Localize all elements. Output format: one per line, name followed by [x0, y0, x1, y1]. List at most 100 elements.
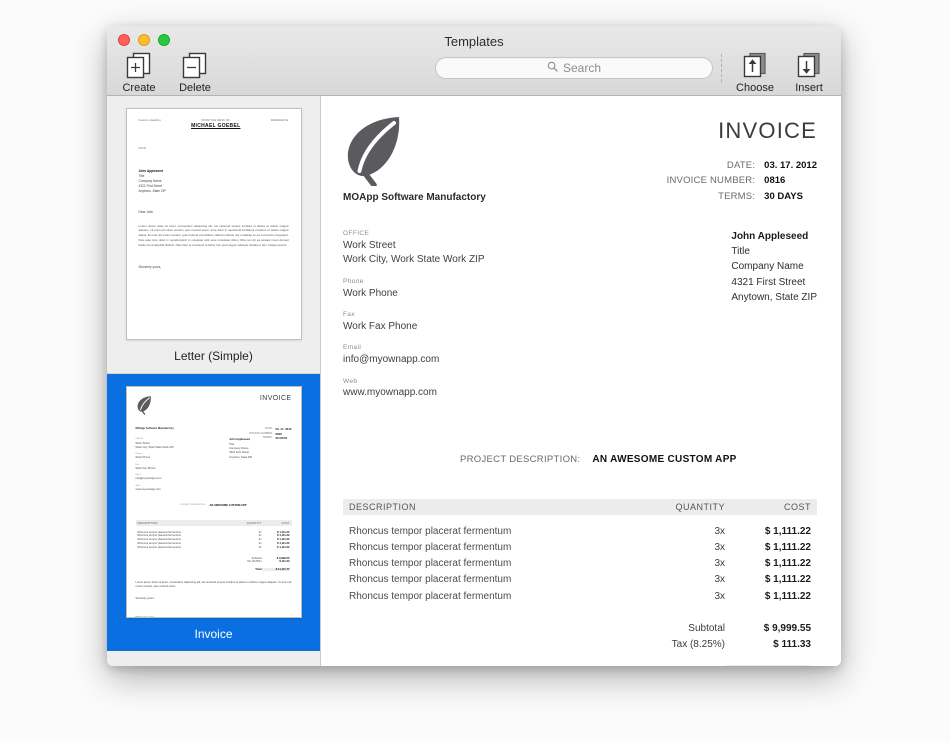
- invoice-line-items-table: DESCRIPTION QUANTITY COST Rhoncus tempor…: [343, 498, 817, 666]
- invoice-thumb-project-label: PROJECT DESCRIPTION:: [180, 504, 206, 506]
- invoice-number-value: 0816: [764, 175, 786, 187]
- row-description: Rhoncus tempor placerat fermentum: [349, 541, 512, 553]
- insert-button-label: Insert: [795, 82, 823, 94]
- contact-phone: Phone Work Phone: [343, 277, 485, 301]
- invoice-thumb-row-cost: $ 1,111.22: [277, 545, 290, 549]
- row-cost: $ 1,111.22: [764, 574, 811, 586]
- invoice-project-row: PROJECT DESCRIPTION: AN AWESOME CUSTOM A…: [343, 454, 817, 465]
- letter-thumb-body: Lorem ipsum dolor sit amet, consectetur …: [138, 223, 289, 247]
- document-preview: INVOICE MOApp Software Manufactory DATE:…: [321, 96, 841, 666]
- invoice-address-columns: OFFICE Work Street Work City, Work State…: [343, 229, 817, 410]
- invoice-thumb-recipient: John Appleseed Title Company Name 4321 F…: [229, 438, 291, 492]
- invoice-thumb-project-value: AN AWESOME CUSTOM APP: [209, 504, 247, 507]
- table-row: Rhoncus tempor placerat fermentum 3x $ 1…: [343, 524, 817, 540]
- invoice-thumb-row-qty: 3x: [258, 542, 262, 546]
- recipient-name: John Appleseed: [731, 231, 809, 242]
- letter-thumb-reference: REFERENCE: [270, 119, 289, 122]
- contact-email-value: info@myownapp.com: [343, 354, 440, 365]
- invoice-terms-label: TERMS:: [718, 190, 756, 202]
- invoice-thumb-contacts: OFFICE Work Street Work City, Work State…: [136, 438, 223, 492]
- sidebar-item-letter-simple[interactable]: Feature Heading FROM THE DESK OF MICHAEL…: [107, 96, 320, 373]
- insert-download-icon: [794, 51, 824, 81]
- invoice-thumb-email-val: info@myownapp.com: [135, 477, 162, 481]
- letter-thumb-recipient-city: Anytown, State ZIP: [138, 189, 166, 194]
- search-icon: [547, 59, 558, 77]
- letter-thumb-name: MICHAEL GOEBEL: [191, 122, 241, 129]
- choose-upload-icon: [740, 51, 770, 81]
- leaf-logo-icon: [343, 114, 405, 188]
- invoice-meta: DATE: INVOICE NUMBER: TERMS: 03. 17. 201…: [667, 158, 817, 204]
- delete-button[interactable]: Delete: [171, 51, 219, 94]
- invoice-thumb-total-value: $ 11,111.77: [261, 568, 290, 572]
- invoice-thumb-heading: INVOICE: [259, 395, 292, 402]
- total-row: Total $ 11,111.77: [343, 665, 817, 666]
- choose-button[interactable]: Choose: [731, 51, 779, 94]
- choose-button-label: Choose: [736, 82, 774, 94]
- invoice-thumb-signoff: Sincerely yours,: [135, 597, 155, 601]
- invoice-thumb-row-desc: Rhoncus tempor placerat fermentum: [137, 545, 182, 549]
- toolbar-separator: [721, 54, 722, 82]
- invoice-thumb-row-qty: 3x: [258, 545, 262, 549]
- invoice-thumb-row-desc: Rhoncus tempor placerat fermentum: [137, 538, 182, 542]
- invoice-totals: Subtotal $ 9,999.55 Tax (8.25%) $ 111.33…: [343, 621, 817, 666]
- sidebar-item-invoice[interactable]: INVOICE DATE: INVOICE NUMBER: TERMS: 03.…: [107, 374, 320, 651]
- contact-office: OFFICE Work Street Work City, Work State…: [343, 229, 485, 268]
- invoice-thumb-tax-label: Tax (8.25%): [247, 560, 262, 564]
- invoice-thumb-row-qty: 3x: [258, 534, 262, 538]
- letter-thumb-greeting: Dear John,: [138, 210, 155, 215]
- search-container: Search: [435, 57, 713, 79]
- invoice-thumb-row-desc: Rhoncus tempor placerat fermentum: [137, 542, 182, 546]
- contact-fax: Fax Work Fax Phone: [343, 310, 485, 334]
- invoice-thumb-web-val: www.myownapp.com: [135, 487, 161, 491]
- search-input[interactable]: Search: [435, 57, 713, 79]
- total-value: $ 11,111.77: [725, 665, 811, 666]
- invoice-thumb-office-l2: Work City, Work State Work ZIP: [135, 445, 174, 449]
- invoice-meta-values: 03. 17. 2012 0816 30 DAYS: [764, 158, 817, 204]
- table-col-cost: COST: [783, 501, 811, 512]
- subtotal-value: $ 9,999.55: [763, 622, 811, 634]
- table-col-quantity: QUANTITY: [675, 501, 725, 512]
- project-description-label: PROJECT DESCRIPTION:: [460, 453, 581, 465]
- contact-office-line1: Work Street: [343, 239, 396, 251]
- invoice-thumb-col-qty: QUANTITY: [246, 521, 262, 525]
- tax-label: Tax (8.25%): [671, 638, 725, 650]
- invoice-date-label: DATE:: [726, 160, 756, 171]
- row-description: Rhoncus tempor placerat fermentum: [349, 574, 512, 586]
- row-quantity: 3x: [714, 574, 725, 586]
- contact-web-value: www.myownapp.com: [343, 387, 437, 399]
- recipient-title: Title: [731, 246, 750, 258]
- letter-thumb-recipient: John Appleseed Title Company Name 4321 F…: [139, 169, 289, 195]
- project-description-value: AN AWESOME CUSTOM APP: [592, 453, 737, 465]
- row-quantity: 3x: [714, 541, 725, 553]
- invoice-contact-block: OFFICE Work Street Work City, Work State…: [343, 229, 485, 410]
- table-row: Rhoncus tempor placerat fermentum 3x $ 1…: [343, 556, 817, 572]
- invoice-thumb-phone-val: Work Phone: [135, 456, 151, 460]
- recipient-city: Anytown, State ZIP: [731, 291, 817, 303]
- recipient-company: Company Name: [731, 261, 804, 273]
- invoice-thumb-row-qty: 3x: [258, 538, 262, 542]
- row-cost: $ 1,111.22: [764, 525, 811, 537]
- row-quantity: 3x: [714, 525, 725, 537]
- invoice-thumb-rows: Rhoncus tempor placerat fermentum 3x $ 1,1…: [136, 530, 292, 549]
- delete-page-icon: [180, 51, 210, 81]
- invoice-thumb-totals: Subtotal $ 9,999.55 Tax (8.25%) $ 111.33 T…: [136, 556, 292, 572]
- table-row: Rhoncus tempor placerat fermentum 3x $ 1…: [343, 572, 817, 588]
- invoice-thumb-row-cost: $ 1,111.22: [277, 542, 290, 546]
- subtotal-label: Subtotal: [688, 622, 725, 634]
- invoice-thumbnail-content: INVOICE DATE: INVOICE NUMBER: TERMS: 03.…: [127, 387, 301, 617]
- templates-sidebar[interactable]: Feature Heading FROM THE DESK OF MICHAEL…: [107, 96, 321, 666]
- row-quantity: 3x: [714, 558, 725, 570]
- invoice-number-label: INVOICE NUMBER:: [666, 175, 756, 187]
- insert-button[interactable]: Insert: [785, 51, 833, 94]
- contact-fax-value: Work Fax Phone: [343, 320, 418, 332]
- letter-thumbnail: Feature Heading FROM THE DESK OF MICHAEL…: [125, 108, 302, 340]
- sidebar-item-invoice-label: Invoice: [194, 627, 233, 641]
- invoice-meta-labels: DATE: INVOICE NUMBER: TERMS:: [667, 158, 756, 204]
- create-button[interactable]: Create: [115, 51, 163, 94]
- window-content: Feature Heading FROM THE DESK OF MICHAEL…: [107, 96, 841, 666]
- window-toolbar: Templates Create Delete Search Choose In…: [107, 26, 841, 96]
- row-quantity: 3x: [714, 590, 725, 602]
- invoice-thumb-row-qty: 3x: [258, 530, 262, 534]
- contact-office-caption: OFFICE: [343, 230, 370, 237]
- invoice-terms-value: 30 DAYS: [764, 190, 803, 202]
